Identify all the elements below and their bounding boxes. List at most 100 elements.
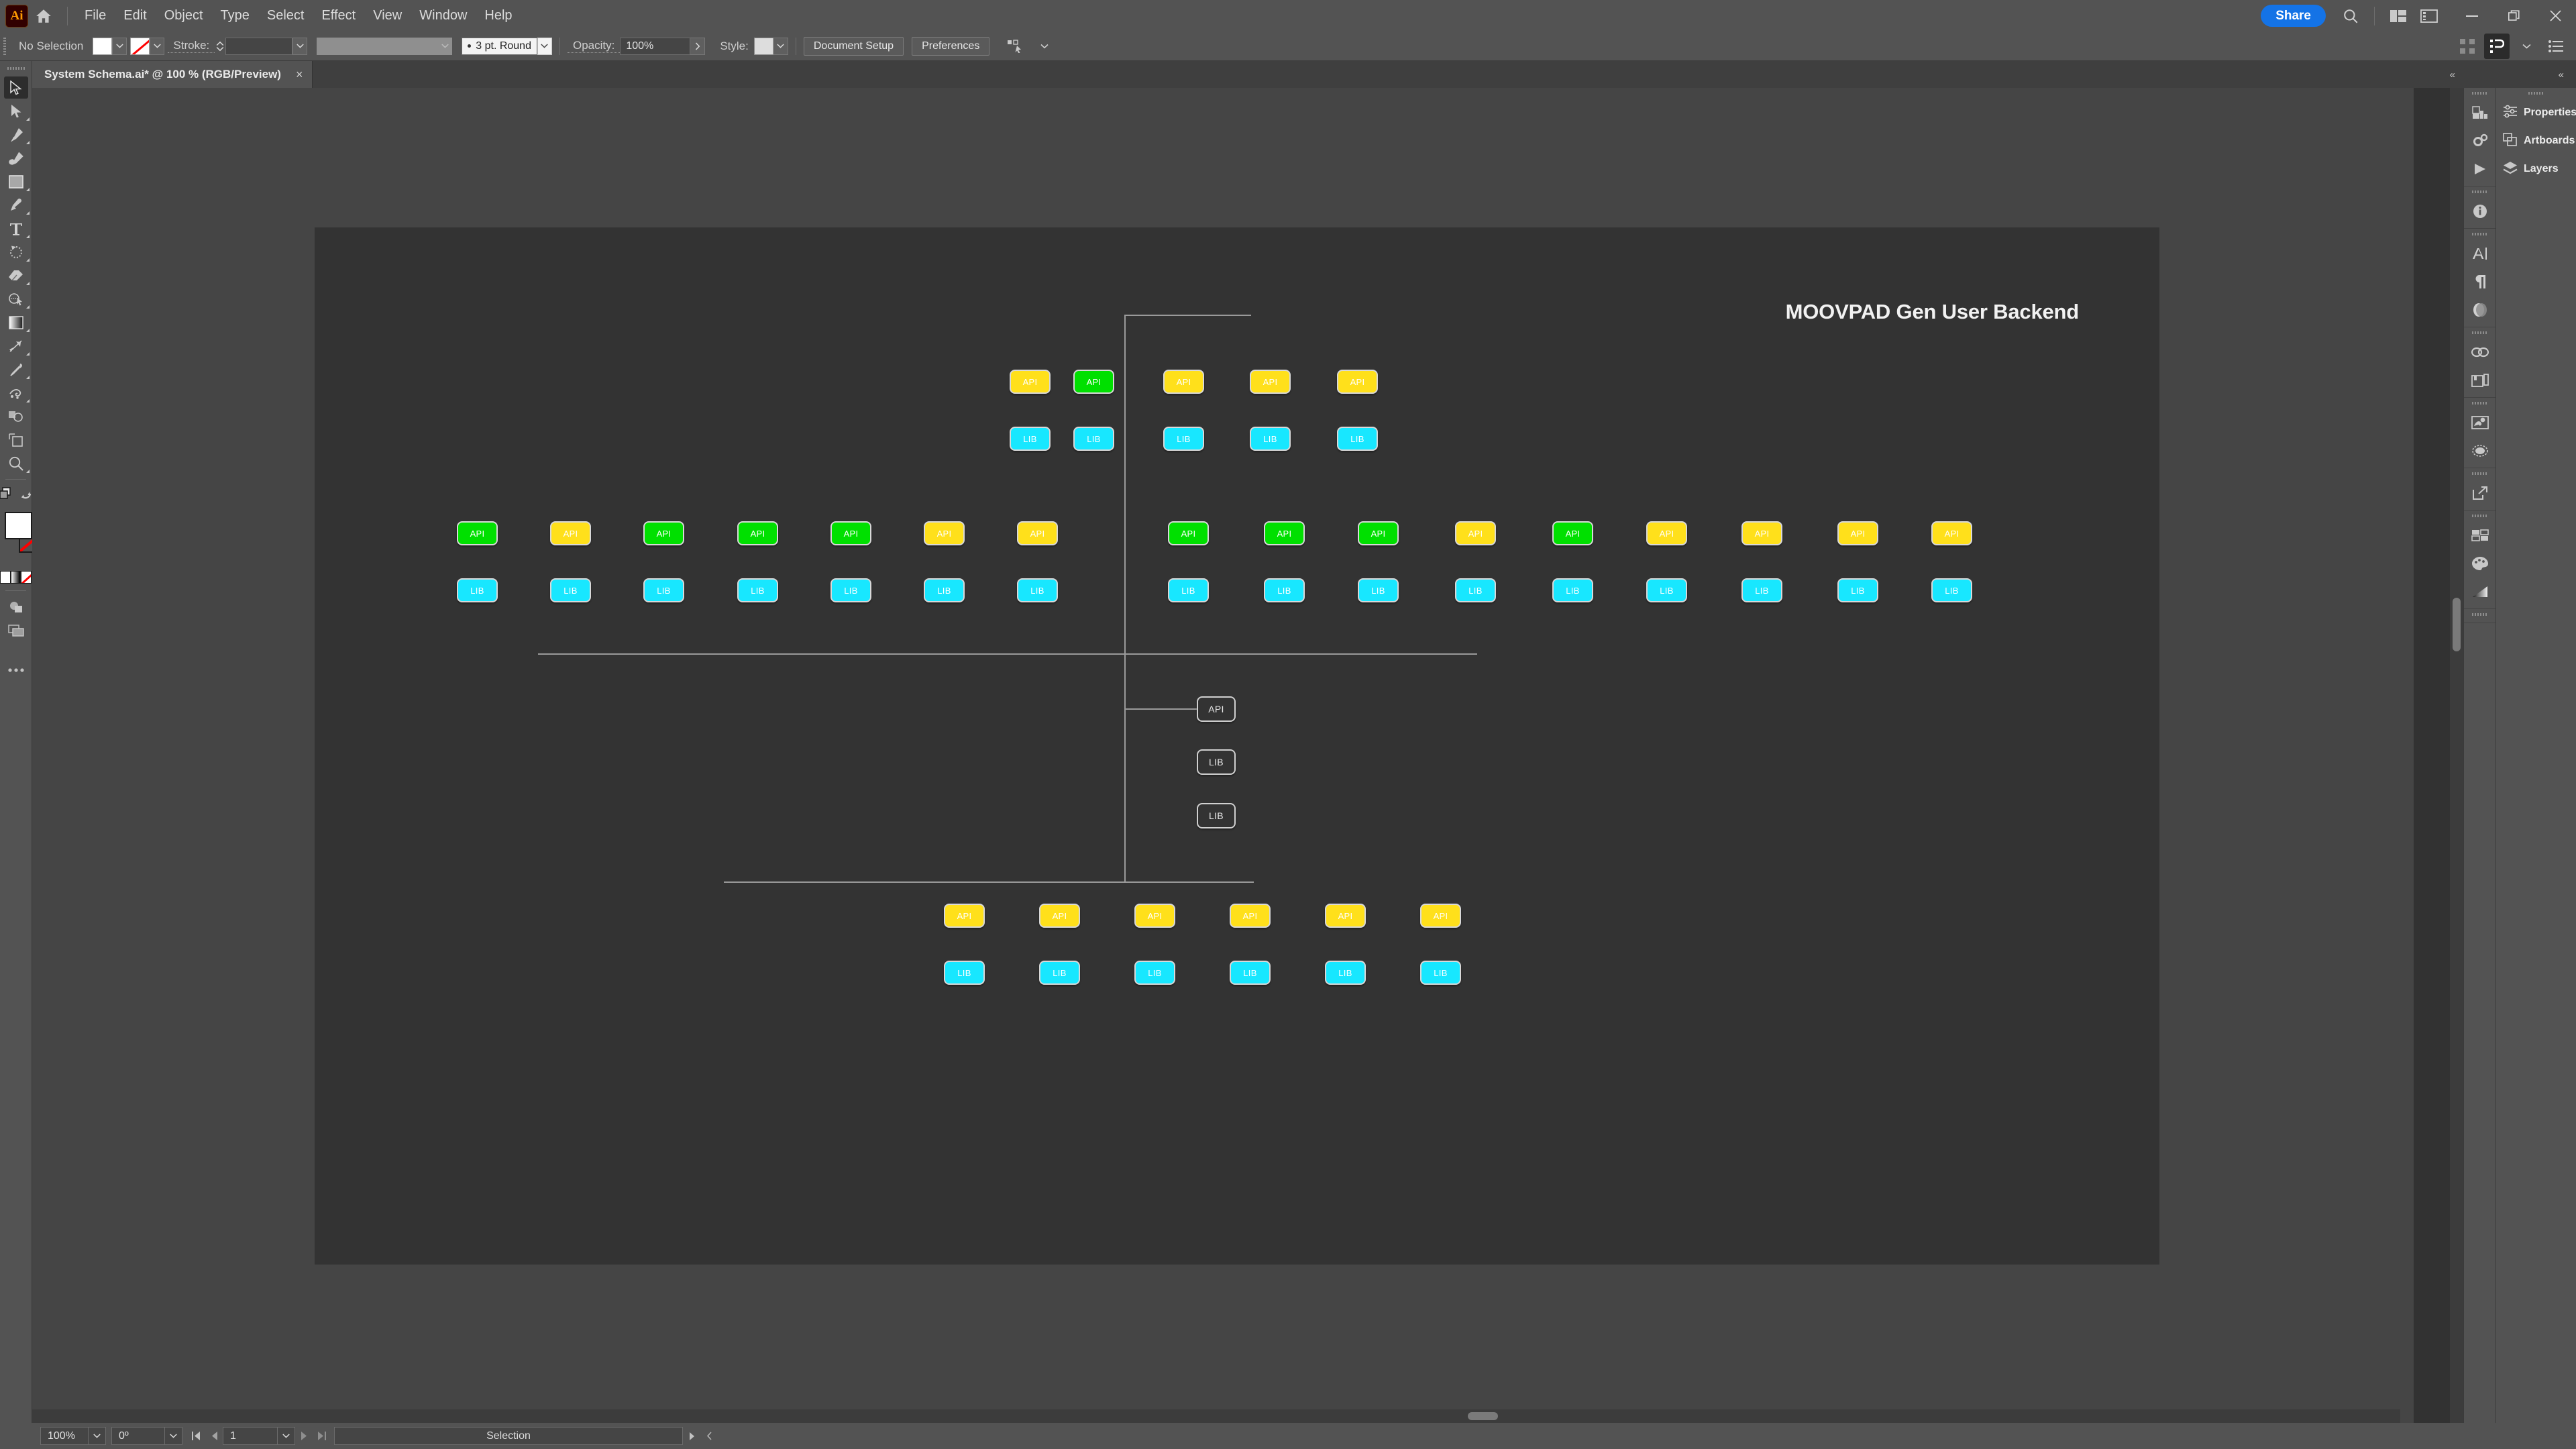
node-lib[interactable]: LIB	[1325, 961, 1366, 985]
node-api[interactable]: API	[1358, 521, 1399, 545]
menu-item-file[interactable]: File	[76, 0, 115, 32]
eyedropper-tool[interactable]	[0, 358, 32, 381]
document-tab[interactable]: System Schema.ai* @ 100 % (RGB/Preview) …	[32, 61, 313, 88]
canvas-area[interactable]: MOOVPAD Gen User Backend API API API API…	[32, 88, 2414, 1423]
arrange-documents-icon[interactable]	[2383, 0, 2414, 32]
node-lib-outline[interactable]: LIB	[1197, 749, 1236, 775]
menu-item-effect[interactable]: Effect	[313, 0, 364, 32]
dock-group-grip[interactable]	[2464, 511, 2496, 521]
vertical-scrollbar[interactable]	[2450, 88, 2463, 1423]
node-lib[interactable]: LIB	[1264, 578, 1305, 602]
selection-tool[interactable]	[0, 76, 32, 99]
graphic-style-swatch[interactable]	[753, 37, 773, 55]
dock-group-grip[interactable]	[2464, 88, 2496, 99]
previous-artboard-icon[interactable]	[205, 1427, 223, 1445]
stroke-swatch[interactable]	[130, 37, 150, 55]
node-lib[interactable]: LIB	[944, 961, 985, 985]
rotation-field[interactable]: 0º	[111, 1427, 165, 1445]
node-lib[interactable]: LIB	[1039, 961, 1080, 985]
node-lib[interactable]: LIB	[1073, 427, 1114, 451]
stroke-profile-chevron-down-icon[interactable]	[437, 37, 453, 55]
home-icon[interactable]	[28, 0, 59, 32]
color-panel-icon[interactable]	[2464, 549, 2496, 578]
character-panel-icon[interactable]	[2464, 239, 2496, 268]
node-lib[interactable]: LIB	[643, 578, 684, 602]
tool-status-field[interactable]: Selection	[334, 1427, 683, 1445]
node-api[interactable]: API	[643, 521, 684, 545]
node-lib[interactable]: LIB	[1250, 427, 1291, 451]
menu-item-object[interactable]: Object	[156, 0, 212, 32]
dock-group-grip[interactable]	[2464, 398, 2496, 409]
node-api[interactable]: API	[1039, 904, 1080, 928]
stroke-profile-field[interactable]	[317, 37, 438, 55]
stroke-weight-stepper[interactable]	[215, 38, 225, 55]
stroke-weight-field[interactable]	[225, 37, 293, 55]
node-api[interactable]: API	[1837, 521, 1878, 545]
paragraph-panel-icon[interactable]	[2464, 268, 2496, 296]
node-lib[interactable]: LIB	[1358, 578, 1399, 602]
fill-swatch[interactable]	[93, 37, 113, 55]
horizontal-scroll-thumb[interactable]	[1468, 1412, 1498, 1420]
width-tool[interactable]	[0, 334, 32, 358]
node-api[interactable]: API	[1163, 370, 1204, 394]
node-api[interactable]: API	[1455, 521, 1496, 545]
panel-tab-layers[interactable]: Layers	[2496, 155, 2576, 183]
artboard-chevron-down-icon[interactable]	[278, 1427, 295, 1445]
share-button[interactable]: Share	[2261, 5, 2326, 27]
play-icon[interactable]	[2464, 155, 2496, 183]
stroke-swatch-group[interactable]	[130, 37, 165, 55]
menu-item-view[interactable]: View	[364, 0, 411, 32]
rotate-tool[interactable]	[0, 240, 32, 264]
stroke-chevron-down-icon[interactable]	[150, 37, 165, 55]
artboard-overlap-tool[interactable]	[0, 405, 32, 428]
node-lib[interactable]: LIB	[550, 578, 591, 602]
node-api[interactable]: API	[1325, 904, 1366, 928]
node-api[interactable]: API	[1168, 521, 1209, 545]
edit-toolbar-icon[interactable]	[0, 658, 32, 682]
artboard[interactable]: MOOVPAD Gen User Backend API API API API…	[315, 227, 2159, 1265]
node-lib[interactable]: LIB	[737, 578, 778, 602]
search-icon[interactable]	[2335, 0, 2366, 32]
opacity-expand-icon[interactable]	[690, 37, 706, 55]
node-api[interactable]: API	[1010, 370, 1051, 394]
type-tool[interactable]	[0, 217, 32, 240]
change-screen-mode-icon[interactable]	[0, 619, 32, 642]
status-menu-icon[interactable]	[683, 1427, 700, 1445]
curvature-tool[interactable]	[0, 146, 32, 170]
node-api[interactable]: API	[1230, 904, 1271, 928]
dock-group-grip[interactable]	[2464, 229, 2496, 239]
node-api[interactable]: API	[1420, 904, 1461, 928]
swap-fill-stroke-icon[interactable]	[19, 487, 33, 504]
swatches-panel-icon[interactable]	[2464, 521, 2496, 549]
rectangle-tool[interactable]	[0, 170, 32, 193]
node-api-outline[interactable]: API	[1197, 696, 1236, 722]
menu-item-window[interactable]: Window	[411, 0, 476, 32]
dock-group-grip[interactable]	[2464, 609, 2496, 620]
workspace-switcher-icon[interactable]	[2414, 0, 2445, 32]
links-panel-icon[interactable]	[2464, 338, 2496, 366]
node-api[interactable]: API	[1741, 521, 1782, 545]
fill-swatch-group[interactable]	[93, 37, 127, 55]
brush-definition-field[interactable]: 3 pt. Round	[462, 37, 537, 55]
close-icon[interactable]	[2534, 0, 2576, 32]
minimize-icon[interactable]	[2451, 0, 2493, 32]
toolbar-fill-swatch[interactable]	[5, 512, 32, 539]
horizontal-scrollbar[interactable]	[32, 1409, 2400, 1423]
node-api[interactable]: API	[944, 904, 985, 928]
panel-tab-properties[interactable]: Properties	[2496, 99, 2576, 127]
node-lib[interactable]: LIB	[1163, 427, 1204, 451]
gradient-tool[interactable]	[0, 311, 32, 334]
menu-item-type[interactable]: Type	[212, 0, 258, 32]
node-api[interactable]: API	[737, 521, 778, 545]
none-fill-button[interactable]	[21, 571, 32, 584]
collapse-icon[interactable]	[700, 1427, 718, 1445]
artboard-tool[interactable]	[0, 428, 32, 451]
node-lib[interactable]: LIB	[1420, 961, 1461, 985]
node-lib[interactable]: LIB	[1168, 578, 1209, 602]
info-panel-icon[interactable]	[2464, 197, 2496, 225]
eraser-tool[interactable]	[0, 264, 32, 287]
zoom-level-field[interactable]: 100%	[40, 1427, 89, 1445]
node-lib[interactable]: LIB	[1455, 578, 1496, 602]
node-api[interactable]: API	[1134, 904, 1175, 928]
fill-chevron-down-icon[interactable]	[112, 37, 127, 55]
